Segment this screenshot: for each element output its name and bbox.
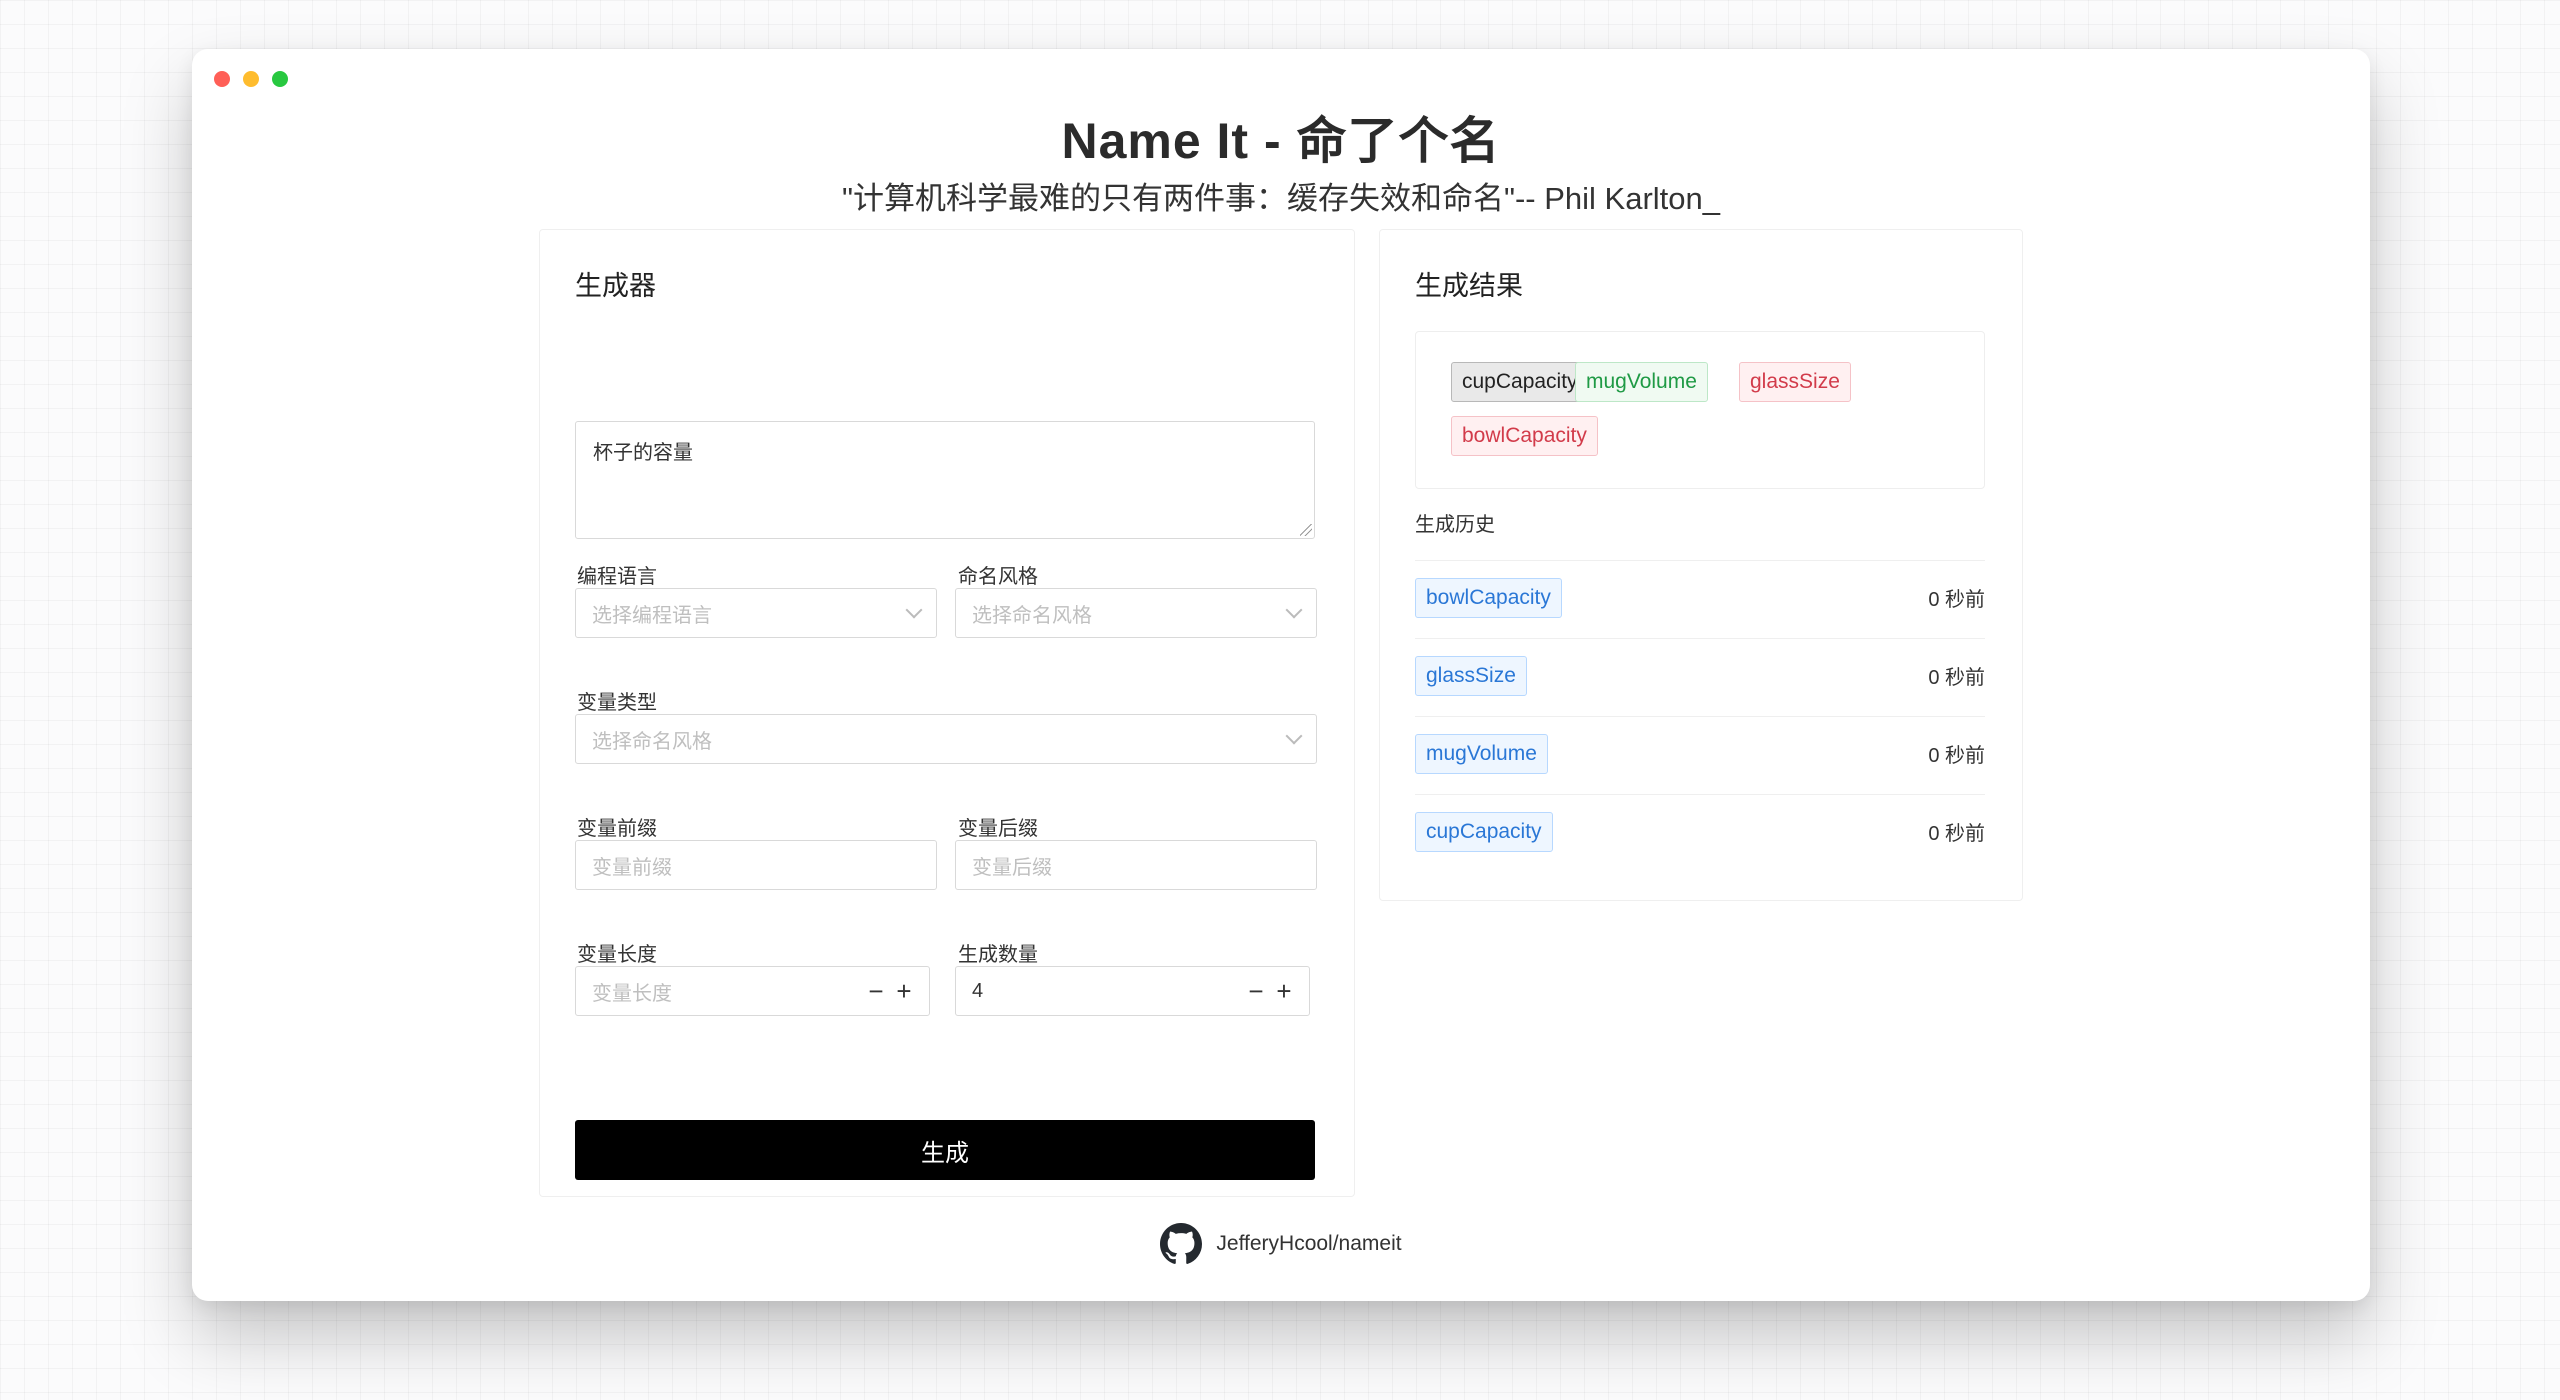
var-type-placeholder: 选择命名风格 (592, 730, 712, 753)
count-label: 生成数量 (958, 944, 1038, 966)
history-time: 0 秒前 (1928, 823, 1985, 845)
result-tags: cupCapacity mugVolume glassSize bowlCapa… (1415, 331, 1985, 489)
history-tag[interactable]: bowlCapacity (1415, 578, 1562, 618)
var-type-select[interactable]: 选择命名风格 (575, 714, 1317, 764)
history-row: cupCapacity 0 秒前 (1415, 794, 1985, 872)
style-select[interactable]: 选择命名风格 (955, 588, 1317, 638)
close-window-button[interactable] (214, 71, 230, 87)
history-tag[interactable]: glassSize (1415, 656, 1527, 696)
prefix-label: 变量前缀 (577, 818, 657, 840)
plus-icon[interactable]: + (1275, 978, 1293, 1004)
prefix-input[interactable]: 变量前缀 (575, 840, 937, 890)
history-tag[interactable]: cupCapacity (1415, 812, 1553, 852)
minimize-window-button[interactable] (243, 71, 259, 87)
footer: JefferyHcool/nameit (192, 1223, 2370, 1265)
repo-link[interactable]: JefferyHcool/nameit (1216, 1232, 1401, 1256)
chevron-down-icon (1285, 727, 1303, 745)
history-row: mugVolume 0 秒前 (1415, 716, 1985, 794)
prefix-placeholder: 变量前缀 (592, 856, 672, 879)
resize-handle[interactable] (1300, 524, 1312, 536)
minus-icon[interactable]: − (867, 978, 885, 1004)
generator-title: 生成器 (575, 271, 656, 301)
language-placeholder: 选择编程语言 (592, 604, 712, 627)
history-time: 0 秒前 (1928, 667, 1985, 689)
result-tag[interactable]: glassSize (1739, 362, 1851, 402)
suffix-placeholder: 变量后缀 (972, 856, 1052, 879)
history-time: 0 秒前 (1928, 745, 1985, 767)
language-label: 编程语言 (577, 566, 657, 588)
results-card: 生成结果 cupCapacity mugVolume glassSize bow… (1379, 229, 2023, 901)
maximize-window-button[interactable] (272, 71, 288, 87)
suffix-input[interactable]: 变量后缀 (955, 840, 1317, 890)
length-placeholder: 变量长度 (592, 982, 672, 1005)
results-title: 生成结果 (1415, 271, 1523, 301)
language-select[interactable]: 选择编程语言 (575, 588, 937, 638)
var-type-label: 变量类型 (577, 692, 657, 714)
generator-card: 生成器 杯子的容量 编程语言 选择编程语言 命名风格 选择命名风格 变量类型 选… (539, 229, 1355, 1197)
chevron-down-icon (905, 601, 923, 619)
count-value: 4 (972, 979, 984, 1002)
history-row: glassSize 0 秒前 (1415, 638, 1985, 716)
suffix-label: 变量后缀 (958, 818, 1038, 840)
description-text: 杯子的容量 (593, 442, 693, 464)
style-placeholder: 选择命名风格 (972, 604, 1092, 627)
count-stepper[interactable]: 4 − + (955, 966, 1310, 1016)
generate-button[interactable]: 生成 (575, 1120, 1315, 1180)
style-label: 命名风格 (958, 566, 1038, 588)
result-tag[interactable]: bowlCapacity (1451, 416, 1598, 456)
github-icon[interactable] (1160, 1223, 1203, 1265)
history-tag[interactable]: mugVolume (1415, 734, 1548, 774)
description-textarea[interactable]: 杯子的容量 (575, 421, 1315, 539)
minus-icon[interactable]: − (1247, 978, 1265, 1004)
result-tag[interactable]: cupCapacity (1451, 362, 1589, 402)
history-row: bowlCapacity 0 秒前 (1415, 560, 1985, 638)
plus-icon[interactable]: + (895, 978, 913, 1004)
length-label: 变量长度 (577, 944, 657, 966)
page-title: Name It - 命了个名 (1061, 113, 1501, 169)
history-label: 生成历史 (1415, 514, 1495, 536)
chevron-down-icon (1285, 601, 1303, 619)
page-subtitle: "计算机科学最难的只有两件事：缓存失效和命名"-- Phil Karlton_ (841, 181, 1721, 216)
history-time: 0 秒前 (1928, 589, 1985, 611)
result-tag[interactable]: mugVolume (1575, 362, 1708, 402)
length-stepper[interactable]: 变量长度 − + (575, 966, 930, 1016)
app-window: Name It - 命了个名 "计算机科学最难的只有两件事：缓存失效和命名"--… (192, 49, 2370, 1301)
window-controls (214, 71, 288, 87)
